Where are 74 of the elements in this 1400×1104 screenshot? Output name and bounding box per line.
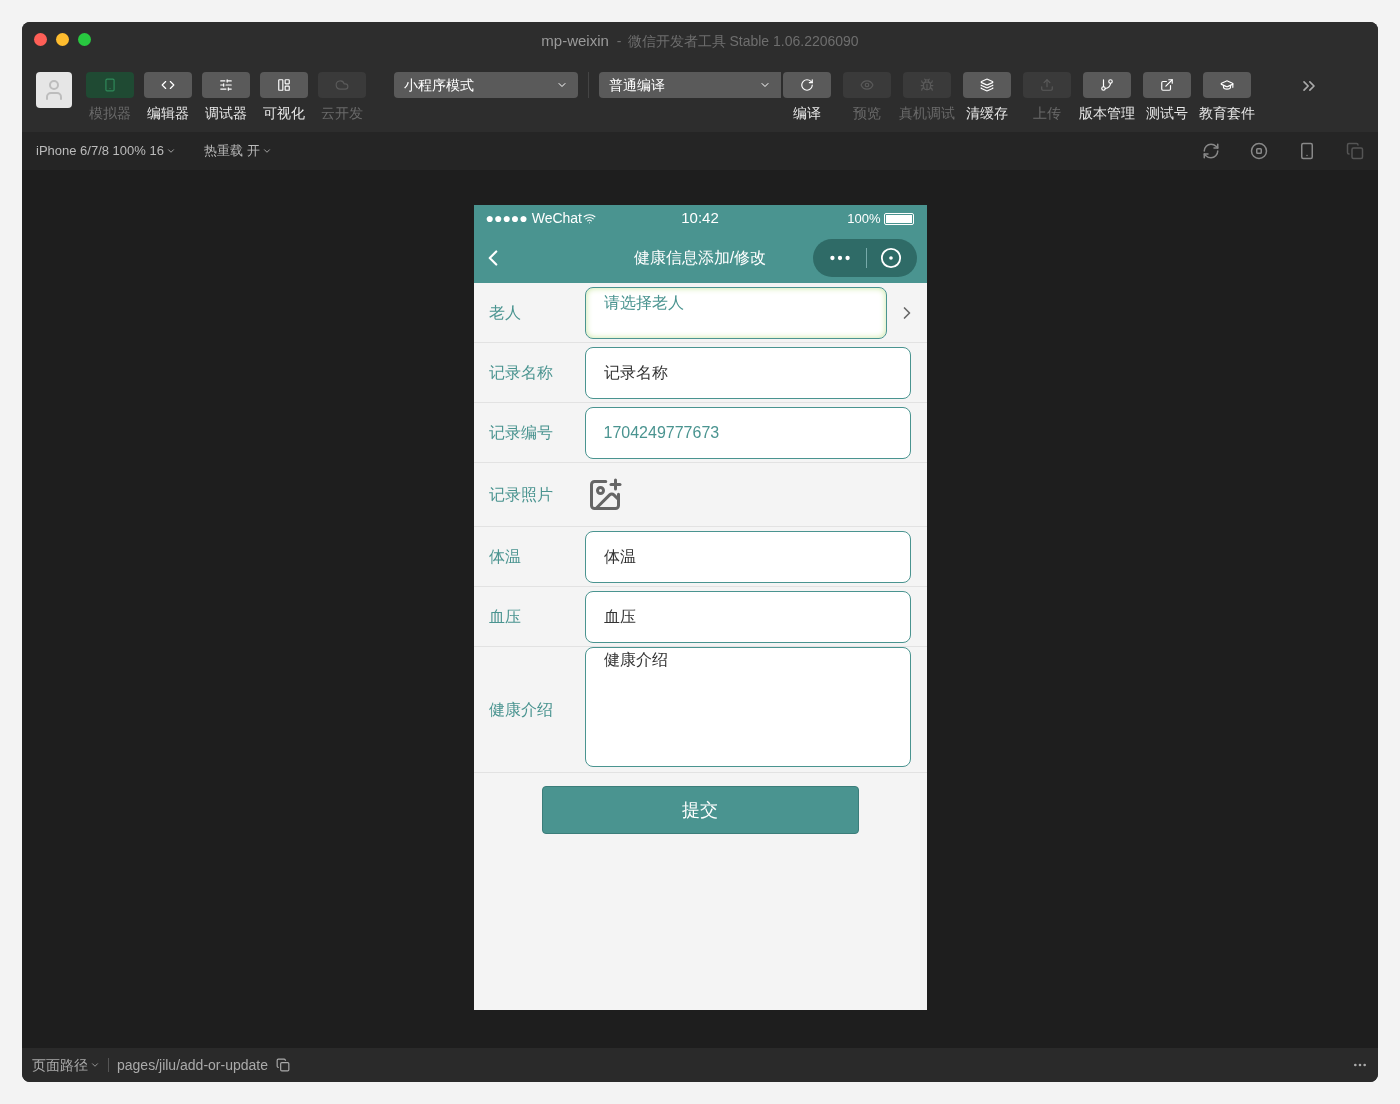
toolbar-button[interactable] xyxy=(144,72,192,98)
window-title: mp-weixin xyxy=(541,30,609,51)
path-dropdown[interactable]: 页面路径 xyxy=(32,1054,100,1076)
device-dropdown[interactable]: iPhone 6/7/8 100% 16 xyxy=(36,141,176,161)
input-field[interactable]: 1704249777673 xyxy=(584,406,911,459)
hot-reload-dropdown[interactable]: 热重载 开 xyxy=(203,141,272,161)
toolbar-icon xyxy=(1100,78,1114,92)
compile-dropdown[interactable]: 普通编译 xyxy=(599,72,781,98)
wifi-icon xyxy=(583,212,596,225)
toolbar-icon xyxy=(800,78,814,92)
toolbar-button[interactable] xyxy=(260,72,308,98)
carrier-text: ●●●●● WeChat xyxy=(485,209,582,228)
window-subtitle: 微信开发者工具 Stable 1.06.2206090 xyxy=(627,31,859,51)
field-label: 老人 xyxy=(487,302,522,323)
field-label: 记录名称 xyxy=(487,362,554,383)
toolbar-icon xyxy=(980,78,994,92)
toolbar-label: 调试器 xyxy=(205,104,247,123)
toolbar-button[interactable] xyxy=(783,72,831,98)
title-separator: - xyxy=(616,31,622,51)
toolbar-label: 版本管理 xyxy=(1079,104,1135,123)
maximize-button[interactable] xyxy=(78,33,91,46)
toolbar-label: 云开发 xyxy=(321,104,363,123)
nav-title: 健康信息添加/修改 xyxy=(633,247,767,268)
status-time: 10:42 xyxy=(681,208,719,229)
toolbar-button[interactable] xyxy=(963,72,1011,98)
capsule-menu[interactable] xyxy=(812,238,917,277)
toolbar-label: 测试号 xyxy=(1146,104,1188,123)
toolbar-icon xyxy=(277,78,291,92)
toolbar-icon xyxy=(161,78,175,92)
toolbar-label: 教育套件 xyxy=(1199,104,1255,123)
refresh-icon[interactable] xyxy=(1202,142,1220,160)
toolbar-label: 编辑器 xyxy=(147,104,189,123)
toolbar-label: 编译 xyxy=(793,104,821,123)
toolbar-label: 模拟器 xyxy=(89,104,131,123)
toolbar-label: 真机调试 xyxy=(899,104,955,123)
field-label: 健康介绍 xyxy=(487,699,554,720)
phone-icon[interactable] xyxy=(1298,142,1316,160)
minimize-button[interactable] xyxy=(56,33,69,46)
copy-icon[interactable] xyxy=(276,1058,290,1072)
toolbar-button[interactable] xyxy=(1083,72,1131,98)
field-label: 体温 xyxy=(487,546,522,567)
input-field[interactable]: 体温 xyxy=(584,530,911,583)
toolbar-icon xyxy=(920,78,934,92)
close-button[interactable] xyxy=(34,33,47,46)
submit-button[interactable]: 提交 xyxy=(541,786,859,834)
toolbar-label: 可视化 xyxy=(263,104,305,123)
textarea-field[interactable]: 健康介绍 xyxy=(584,647,911,767)
toolbar-label: 预览 xyxy=(853,104,881,123)
battery-icon xyxy=(884,212,915,225)
input-field[interactable]: 血压 xyxy=(584,590,911,643)
target-icon[interactable] xyxy=(880,246,902,269)
field-label: 记录照片 xyxy=(487,484,554,505)
caret-icon xyxy=(90,1060,100,1070)
toolbar-button[interactable] xyxy=(202,72,250,98)
toolbar-button[interactable] xyxy=(1143,72,1191,98)
toolbar-icon xyxy=(1040,78,1054,92)
picker-field[interactable]: 请选择老人 xyxy=(584,286,887,339)
toolbar-label: 清缓存 xyxy=(966,104,1008,123)
caret-icon xyxy=(165,146,176,156)
toolbar-icon xyxy=(1220,78,1234,92)
page-path: pages/jilu/add-or-update xyxy=(117,1055,268,1075)
toolbar-icon xyxy=(219,78,233,92)
field-label: 记录编号 xyxy=(487,422,554,443)
caret-icon xyxy=(261,146,272,156)
toolbar-icon xyxy=(1160,78,1174,92)
toolbar-icon xyxy=(335,78,349,92)
input-field[interactable]: 记录名称 xyxy=(584,346,911,399)
field-label: 血压 xyxy=(487,606,522,627)
toolbar-icon xyxy=(103,78,117,92)
battery-text: 100% xyxy=(847,209,881,228)
toolbar-icon xyxy=(860,78,874,92)
mode-dropdown[interactable]: 小程序模式 xyxy=(394,72,578,98)
stop-icon[interactable] xyxy=(1250,142,1268,160)
toolbar-button[interactable] xyxy=(1203,72,1251,98)
